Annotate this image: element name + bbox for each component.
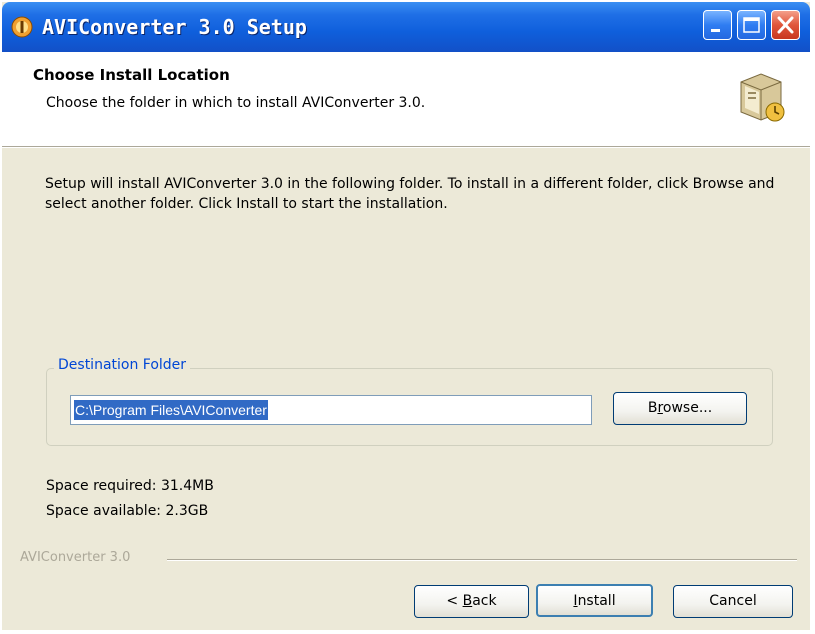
maximize-button[interactable]	[737, 10, 766, 40]
header-separator	[2, 146, 810, 148]
app-icon	[11, 16, 33, 38]
browse-button[interactable]: Browse...	[613, 392, 747, 425]
space-required: Space required: 31.4MB	[46, 478, 214, 494]
page-header: Choose Install Location Choose the folde…	[2, 52, 810, 146]
maximize-icon	[743, 17, 760, 33]
back-button[interactable]: < Back	[414, 585, 529, 618]
back-label-pre: <	[446, 593, 463, 609]
install-description: Setup will install AVIConverter 3.0 in t…	[45, 176, 775, 212]
space-available: Space available: 2.3GB	[46, 503, 209, 519]
window-title: AVIConverter 3.0 Setup	[42, 15, 307, 39]
destination-folder-label: Destination Folder	[54, 357, 191, 373]
install-button[interactable]: Install	[536, 584, 653, 617]
footer-branding: AVIConverter 3.0	[20, 550, 137, 565]
close-button[interactable]	[771, 10, 800, 40]
browse-label-post: owse...	[662, 400, 713, 416]
minimize-button[interactable]	[703, 10, 732, 40]
installer-box-icon	[740, 73, 785, 122]
minimize-icon	[711, 29, 720, 32]
footer-divider	[167, 559, 797, 561]
close-icon	[777, 16, 794, 34]
page-subtitle: Choose the folder in which to install AV…	[46, 95, 426, 111]
install-label-post: nstall	[577, 593, 616, 609]
title-bar[interactable]: AVIConverter 3.0 Setup	[2, 2, 810, 52]
destination-path-input[interactable]	[70, 395, 592, 425]
browse-label-pre: B	[647, 400, 658, 416]
setup-window: AVIConverter 3.0 Setup Choose Install Lo…	[2, 2, 810, 630]
back-label-post: ack	[472, 593, 497, 609]
page-title: Choose Install Location	[33, 66, 230, 84]
back-label-accel: B	[462, 593, 473, 609]
cancel-button[interactable]: Cancel	[673, 585, 793, 618]
